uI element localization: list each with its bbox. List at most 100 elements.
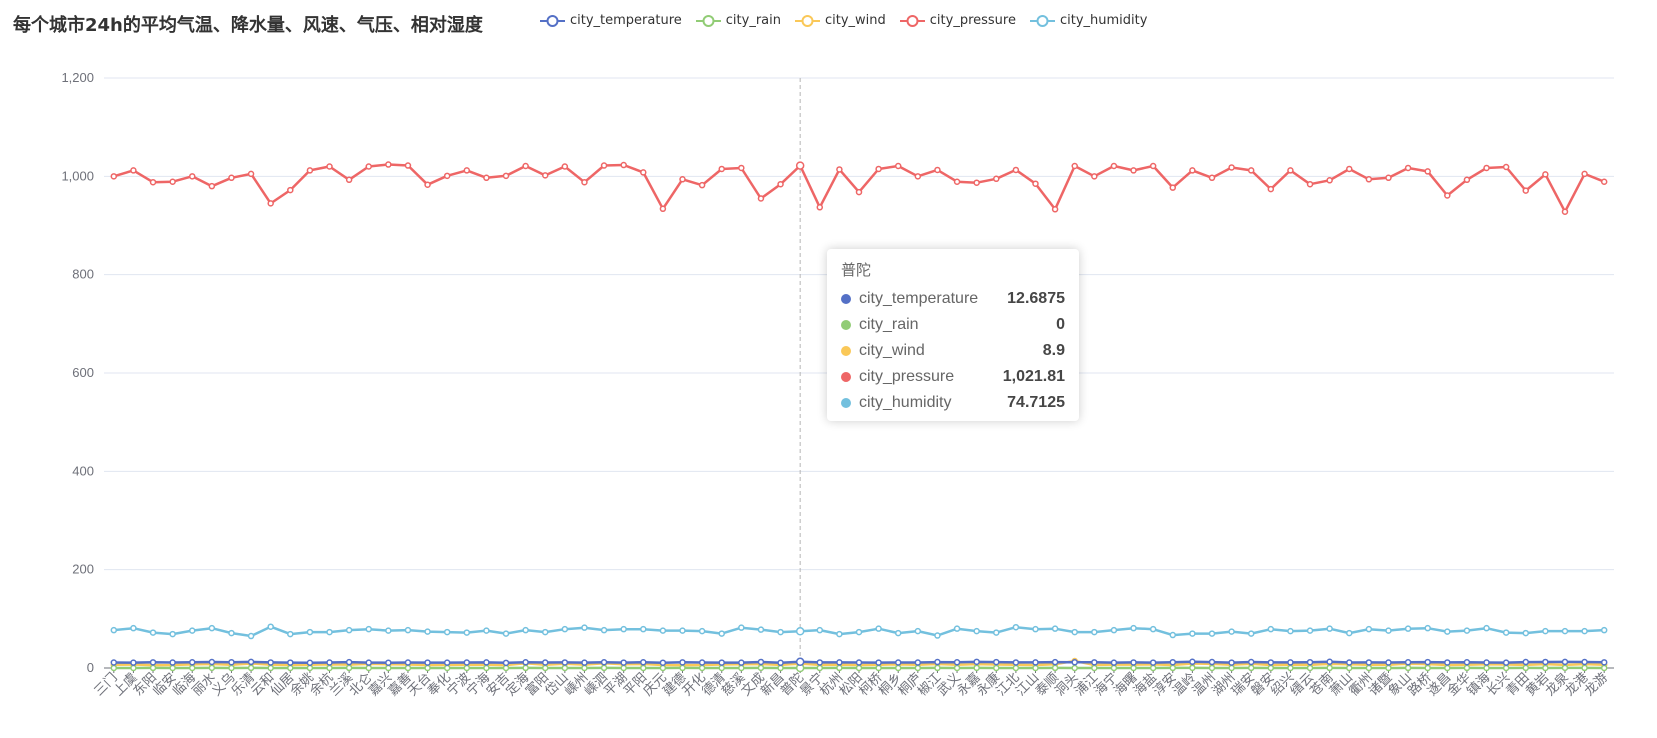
- data-point[interactable]: [855, 664, 863, 672]
- data-point[interactable]: [149, 664, 157, 672]
- data-point[interactable]: [522, 162, 529, 170]
- data-point[interactable]: [718, 664, 725, 672]
- data-point[interactable]: [973, 664, 980, 672]
- data-point[interactable]: [385, 627, 392, 634]
- data-point[interactable]: [247, 632, 255, 640]
- data-point[interactable]: [1346, 629, 1353, 637]
- data-point[interactable]: [110, 659, 118, 666]
- data-point[interactable]: [679, 664, 686, 672]
- data-point[interactable]: [1444, 628, 1451, 635]
- data-point[interactable]: [502, 172, 510, 180]
- data-point[interactable]: [267, 664, 274, 672]
- data-point[interactable]: [1208, 664, 1216, 672]
- data-point[interactable]: [620, 664, 627, 672]
- data-point[interactable]: [1247, 658, 1255, 666]
- data-point[interactable]: [502, 630, 510, 637]
- data-point[interactable]: [463, 659, 471, 666]
- data-point[interactable]: [679, 659, 686, 666]
- data-point[interactable]: [130, 167, 137, 174]
- data-point[interactable]: [777, 180, 784, 188]
- data-point[interactable]: [973, 179, 980, 186]
- data-point[interactable]: [169, 630, 176, 638]
- data-point[interactable]: [600, 664, 608, 672]
- data-point[interactable]: [1522, 629, 1530, 637]
- data-point[interactable]: [365, 659, 372, 666]
- data-point[interactable]: [404, 659, 412, 666]
- data-point[interactable]: [679, 176, 686, 183]
- data-point[interactable]: [228, 658, 235, 666]
- data-point[interactable]: [738, 164, 745, 172]
- data-point[interactable]: [1346, 659, 1353, 666]
- data-point[interactable]: [130, 664, 137, 672]
- data-point[interactable]: [1228, 664, 1235, 672]
- data-point[interactable]: [188, 627, 196, 634]
- data-point[interactable]: [698, 627, 706, 635]
- data-point[interactable]: [443, 172, 451, 180]
- data-point[interactable]: [1189, 658, 1196, 666]
- data-point[interactable]: [855, 188, 863, 196]
- data-point[interactable]: [1561, 627, 1569, 635]
- data-point[interactable]: [1346, 664, 1353, 672]
- data-point[interactable]: [1385, 659, 1392, 666]
- data-point[interactable]: [306, 628, 314, 636]
- data-point[interactable]: [581, 659, 588, 666]
- data-point[interactable]: [306, 167, 314, 174]
- data-point[interactable]: [149, 659, 157, 666]
- data-point[interactable]: [502, 659, 510, 667]
- data-point[interactable]: [1424, 658, 1431, 666]
- data-point[interactable]: [1287, 167, 1294, 174]
- data-point[interactable]: [1071, 664, 1078, 672]
- data-point[interactable]: [463, 167, 471, 174]
- data-point[interactable]: [581, 624, 588, 631]
- data-point[interactable]: [1306, 664, 1314, 672]
- data-point[interactable]: [149, 629, 157, 636]
- data-point[interactable]: [110, 626, 118, 634]
- data-point[interactable]: [1542, 658, 1549, 666]
- data-point[interactable]: [1404, 625, 1412, 632]
- data-point[interactable]: [1032, 625, 1039, 633]
- data-point[interactable]: [1051, 206, 1059, 213]
- data-point[interactable]: [894, 162, 902, 170]
- data-point[interactable]: [679, 627, 686, 634]
- data-point[interactable]: [1424, 168, 1431, 175]
- data-point[interactable]: [1483, 659, 1490, 666]
- data-point[interactable]: [365, 163, 372, 170]
- data-point[interactable]: [914, 664, 922, 672]
- data-point[interactable]: [287, 664, 294, 672]
- data-point[interactable]: [1365, 664, 1373, 672]
- data-point[interactable]: [1267, 664, 1275, 672]
- data-point[interactable]: [698, 664, 706, 672]
- data-point[interactable]: [1463, 664, 1471, 672]
- data-point[interactable]: [1522, 187, 1530, 194]
- data-point[interactable]: [1561, 664, 1569, 672]
- data-point[interactable]: [483, 659, 490, 666]
- data-point[interactable]: [1463, 627, 1471, 634]
- data-point[interactable]: [326, 659, 333, 666]
- data-point[interactable]: [1071, 659, 1078, 666]
- data-point[interactable]: [659, 659, 667, 666]
- data-point[interactable]: [1561, 658, 1569, 666]
- data-point[interactable]: [1522, 664, 1530, 672]
- data-point[interactable]: [1287, 627, 1294, 635]
- data-point[interactable]: [345, 664, 353, 672]
- data-point[interactable]: [875, 625, 882, 632]
- data-point[interactable]: [1267, 625, 1275, 633]
- data-point[interactable]: [561, 664, 569, 672]
- data-point[interactable]: [385, 161, 392, 168]
- data-point[interactable]: [149, 178, 157, 186]
- data-point[interactable]: [1130, 664, 1137, 672]
- data-point[interactable]: [188, 659, 196, 666]
- data-point[interactable]: [698, 181, 706, 189]
- data-point[interactable]: [620, 625, 627, 633]
- data-point[interactable]: [1169, 664, 1177, 672]
- data-point[interactable]: [385, 659, 392, 666]
- data-point[interactable]: [326, 628, 333, 636]
- data-point[interactable]: [326, 163, 333, 170]
- data-point[interactable]: [836, 166, 843, 173]
- data-point[interactable]: [659, 664, 667, 672]
- data-point[interactable]: [640, 659, 647, 666]
- data-point[interactable]: [345, 626, 353, 634]
- data-point[interactable]: [1149, 659, 1157, 666]
- data-point[interactable]: [620, 161, 627, 169]
- data-point[interactable]: [1110, 626, 1118, 634]
